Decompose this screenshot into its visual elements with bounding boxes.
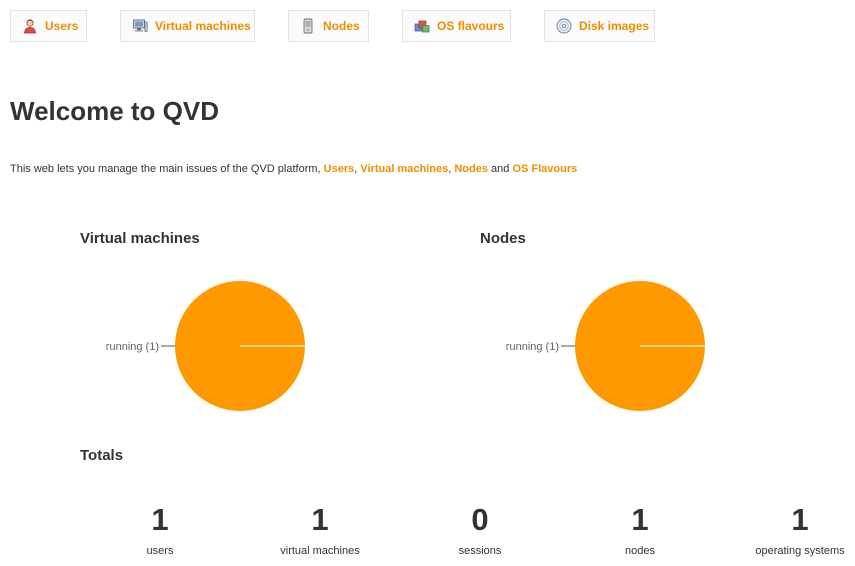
intro-link-os-flavours[interactable]: OS Flavours — [512, 163, 577, 175]
nav-disk-images-button[interactable]: Disk images — [544, 10, 655, 42]
top-navigation: Users Virtual machines Nodes OS flavours… — [0, 0, 855, 50]
total-users-label: users — [146, 545, 174, 557]
nodes-chart-title: Nodes — [480, 230, 526, 247]
nav-disk-images-label: Disk images — [579, 19, 650, 33]
total-virtual-machines: 1 virtual machines — [240, 500, 400, 557]
vms-chart-title: Virtual machines — [80, 230, 200, 247]
total-nodes-label: nodes — [625, 545, 655, 557]
nav-os-flavours-label: OS flavours — [437, 19, 505, 33]
server-icon — [300, 18, 316, 34]
nodes-pie-chart: running (1) — [506, 281, 705, 411]
intro-text: This web lets you manage the main issues… — [10, 163, 577, 175]
total-sessions: 0 sessions — [400, 500, 560, 557]
total-virtual-machines-label: virtual machines — [280, 545, 360, 557]
vms-pie-chart: running (1) — [106, 281, 305, 411]
pie-slice-label: running (1) — [506, 341, 559, 353]
nav-nodes-label: Nodes — [323, 19, 360, 33]
disk-icon — [556, 18, 572, 34]
total-operating-systems-label: operating systems — [755, 545, 845, 557]
page-title: Welcome to QVD — [10, 96, 220, 126]
pie-slice-label: running (1) — [106, 341, 159, 353]
nav-os-flavours-button[interactable]: OS flavours — [402, 10, 511, 42]
total-nodes-value: 1 — [631, 502, 649, 537]
total-sessions-label: sessions — [458, 545, 502, 557]
totals-title: Totals — [80, 447, 124, 464]
total-users-value: 1 — [151, 502, 169, 537]
nav-virtual-machines-label: Virtual machines — [155, 19, 251, 33]
total-virtual-machines-value: 1 — [311, 502, 329, 537]
nav-nodes-button[interactable]: Nodes — [288, 10, 369, 42]
total-users: 1 users — [80, 500, 240, 557]
intro-link-users[interactable]: Users — [324, 163, 355, 175]
intro-link-virtual-machines[interactable]: Virtual machines — [360, 163, 448, 175]
total-nodes: 1 nodes — [560, 500, 720, 557]
nav-virtual-machines-button[interactable]: Virtual machines — [120, 10, 255, 42]
intro-separator: , — [448, 163, 452, 175]
total-operating-systems-value: 1 — [791, 502, 809, 537]
nav-users-button[interactable]: Users — [10, 10, 87, 42]
nav-users-label: Users — [45, 19, 79, 33]
total-operating-systems: 1 operating systems — [720, 500, 855, 557]
user-icon — [22, 18, 38, 34]
computer-icon — [132, 18, 148, 34]
intro-lead: This web lets you manage the main issues… — [10, 163, 321, 175]
intro-link-nodes[interactable]: Nodes — [454, 163, 488, 175]
intro-separator: , — [354, 163, 358, 175]
intro-and: and — [491, 163, 510, 175]
total-sessions-value: 0 — [471, 502, 489, 537]
os-flavour-icon — [414, 18, 430, 34]
